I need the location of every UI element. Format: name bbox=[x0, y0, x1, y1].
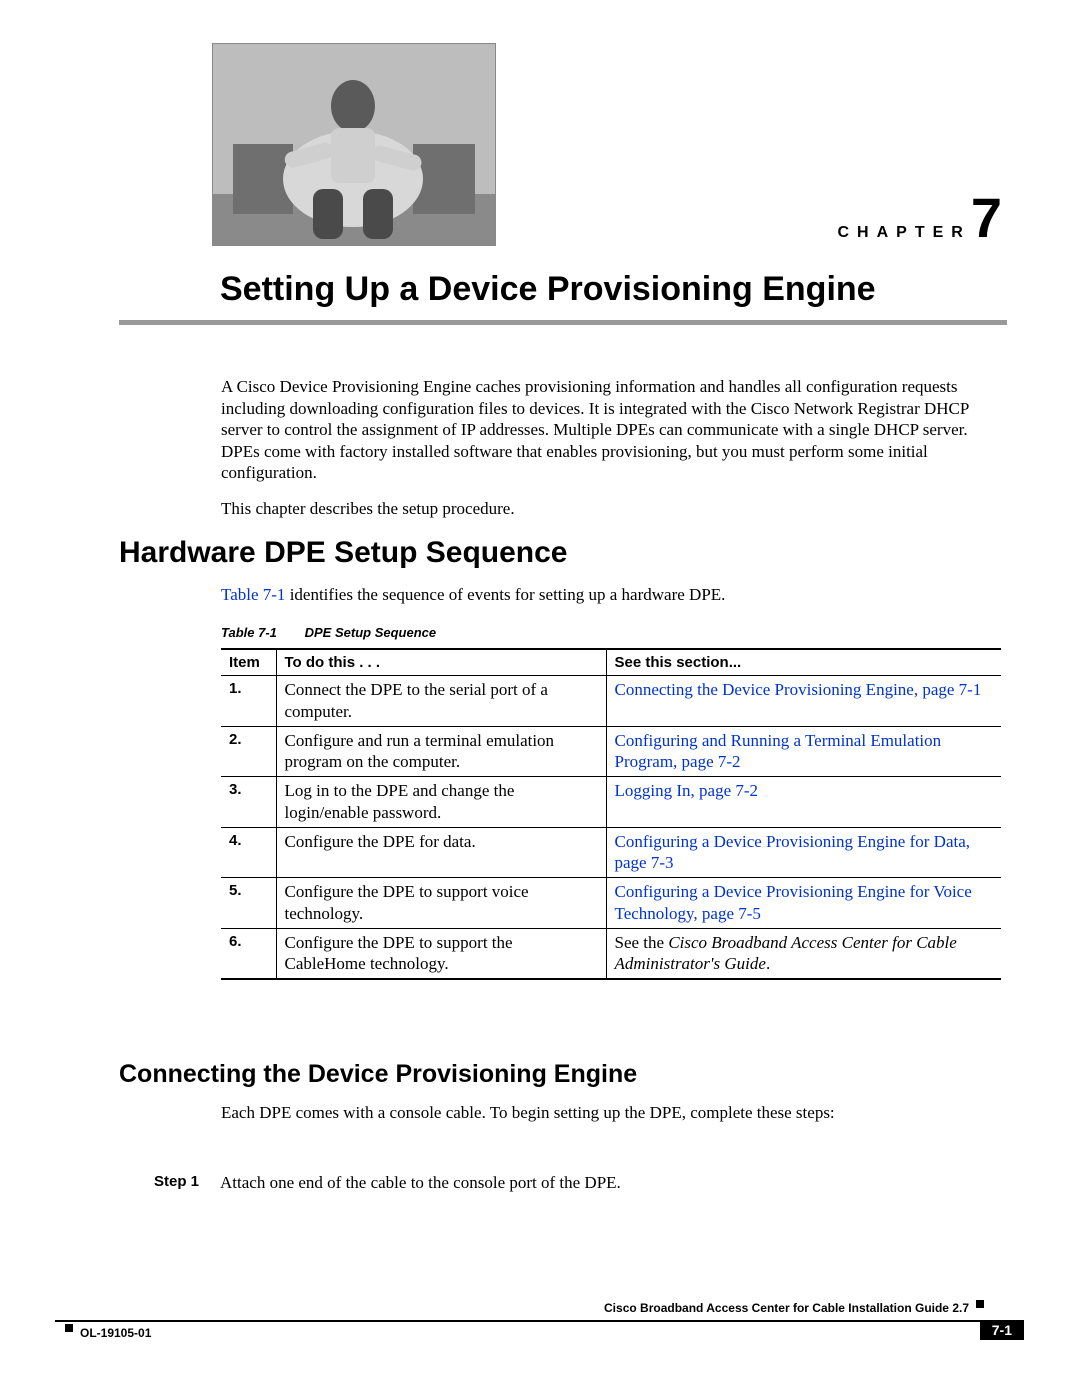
footer-book-title: Cisco Broadband Access Center for Cable … bbox=[604, 1301, 969, 1315]
th-see: See this section... bbox=[606, 649, 1001, 676]
chapter-number: 7 bbox=[971, 190, 1002, 246]
chapter-label: CHAPTER bbox=[838, 224, 971, 242]
cell-see: Logging In, page 7-2 bbox=[606, 777, 1001, 828]
see-link[interactable]: Configuring a Device Provisioning Engine… bbox=[615, 832, 971, 873]
footer-marker-icon bbox=[65, 1324, 73, 1332]
table-caption-title: DPE Setup Sequence bbox=[305, 625, 436, 640]
step-label: Step 1 bbox=[154, 1173, 204, 1193]
section-heading-hardware: Hardware DPE Setup Sequence bbox=[119, 536, 567, 570]
cell-todo: Connect the DPE to the serial port of a … bbox=[276, 676, 606, 727]
cell-item: 6. bbox=[221, 928, 276, 979]
intro-paragraph-2: This chapter describes the setup procedu… bbox=[221, 498, 1001, 520]
table-row: 6. Configure the DPE to support the Cabl… bbox=[221, 928, 1001, 979]
cell-todo: Configure the DPE for data. bbox=[276, 827, 606, 878]
table-row: 5. Configure the DPE to support voice te… bbox=[221, 878, 1001, 929]
table-caption-number: Table 7-1 bbox=[221, 625, 301, 640]
intro-paragraph-1: A Cisco Device Provisioning Engine cache… bbox=[221, 376, 1001, 484]
cell-item: 2. bbox=[221, 726, 276, 777]
footer-rule bbox=[55, 1320, 1024, 1322]
intro-block: A Cisco Device Provisioning Engine cache… bbox=[221, 376, 1001, 533]
section1-lead-text: identifies the sequence of events for se… bbox=[285, 585, 725, 604]
see-text-pre: See the bbox=[615, 933, 669, 952]
section-heading-connecting: Connecting the Device Provisioning Engin… bbox=[119, 1060, 637, 1089]
setup-sequence-table: Item To do this . . . See this section..… bbox=[221, 648, 1001, 980]
footer-marker-icon bbox=[976, 1300, 984, 1308]
see-link[interactable]: Configuring a Device Provisioning Engine… bbox=[615, 882, 972, 923]
cell-see: Configuring a Device Provisioning Engine… bbox=[606, 878, 1001, 929]
cell-see: Connecting the Device Provisioning Engin… bbox=[606, 676, 1001, 727]
see-link[interactable]: Configuring and Running a Terminal Emula… bbox=[615, 731, 942, 772]
cell-item: 3. bbox=[221, 777, 276, 828]
section1-lead: Table 7-1 identifies the sequence of eve… bbox=[221, 585, 1001, 605]
table-header-row: Item To do this . . . See this section..… bbox=[221, 649, 1001, 676]
chapter-indicator: CHAPTER 7 bbox=[838, 190, 1003, 246]
step-text: Attach one end of the cable to the conso… bbox=[220, 1173, 621, 1193]
table-row: 3. Log in to the DPE and change the logi… bbox=[221, 777, 1001, 828]
table-row: 2. Configure and run a terminal emulatio… bbox=[221, 726, 1001, 777]
page-title: Setting Up a Device Provisioning Engine bbox=[220, 270, 876, 309]
cell-todo: Configure and run a terminal emulation p… bbox=[276, 726, 606, 777]
footer-page-number: 7-1 bbox=[980, 1320, 1024, 1340]
table-caption: Table 7-1 DPE Setup Sequence bbox=[221, 625, 436, 640]
title-rule bbox=[119, 320, 1007, 325]
page-footer: Cisco Broadband Access Center for Cable … bbox=[55, 1306, 1024, 1346]
table-ref-link[interactable]: Table 7-1 bbox=[221, 585, 285, 604]
see-link[interactable]: Connecting the Device Provisioning Engin… bbox=[615, 680, 982, 699]
page: CHAPTER 7 Setting Up a Device Provisioni… bbox=[0, 0, 1080, 1397]
cell-todo: Log in to the DPE and change the login/e… bbox=[276, 777, 606, 828]
th-todo: To do this . . . bbox=[276, 649, 606, 676]
cell-item: 5. bbox=[221, 878, 276, 929]
chapter-hero-image bbox=[212, 43, 496, 246]
cell-see: See the Cisco Broadband Access Center fo… bbox=[606, 928, 1001, 979]
table-row: 4. Configure the DPE for data. Configuri… bbox=[221, 827, 1001, 878]
cell-see: Configuring and Running a Terminal Emula… bbox=[606, 726, 1001, 777]
table-row: 1. Connect the DPE to the serial port of… bbox=[221, 676, 1001, 727]
step: Step 1 Attach one end of the cable to th… bbox=[154, 1173, 1004, 1193]
th-item: Item bbox=[221, 649, 276, 676]
see-text-post: . bbox=[766, 954, 770, 973]
cell-todo: Configure the DPE to support the CableHo… bbox=[276, 928, 606, 979]
cell-todo: Configure the DPE to support voice techn… bbox=[276, 878, 606, 929]
cell-see: Configuring a Device Provisioning Engine… bbox=[606, 827, 1001, 878]
section2-lead: Each DPE comes with a console cable. To … bbox=[221, 1103, 1001, 1123]
cell-item: 4. bbox=[221, 827, 276, 878]
cell-item: 1. bbox=[221, 676, 276, 727]
footer-doc-id: OL-19105-01 bbox=[80, 1326, 151, 1340]
see-link[interactable]: Logging In, page 7-2 bbox=[615, 781, 759, 800]
